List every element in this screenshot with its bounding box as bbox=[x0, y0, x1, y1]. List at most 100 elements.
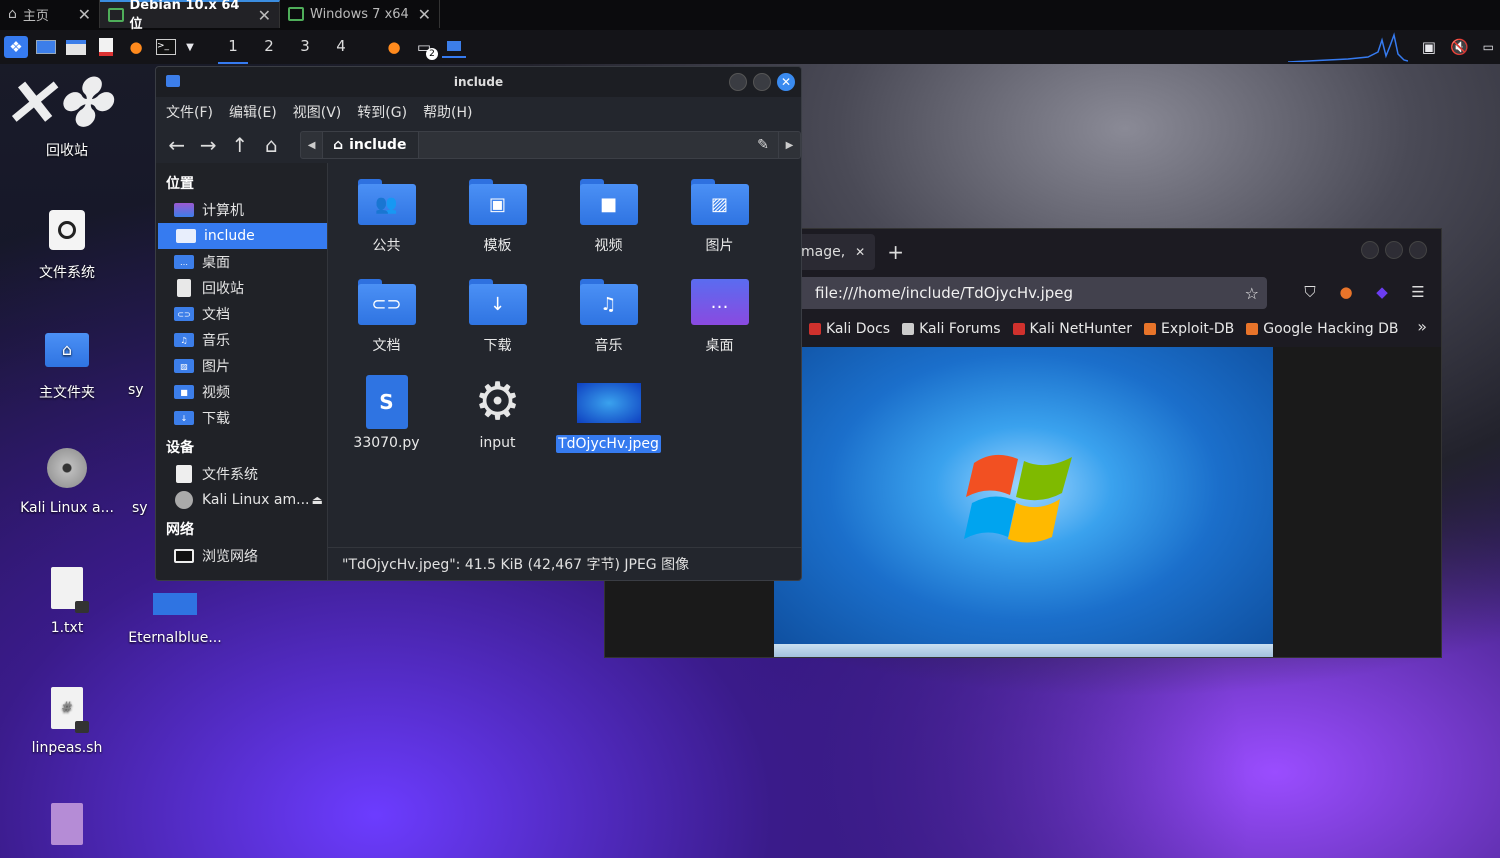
close-icon[interactable]: ✕ bbox=[258, 6, 271, 25]
file-item-input[interactable]: ⚙ input bbox=[442, 371, 553, 467]
documents-icon: ⊂⊃ bbox=[174, 307, 194, 321]
maximize-button[interactable] bbox=[753, 73, 771, 91]
sidebar-item-documents[interactable]: ⊂⊃ 文档 bbox=[156, 301, 327, 327]
bookmark-google-hacking-db[interactable]: Google Hacking DB bbox=[1246, 321, 1399, 337]
sidebar-item-music[interactable]: ♫ 音乐 bbox=[156, 327, 327, 353]
firefox-icon[interactable]: ● bbox=[124, 36, 148, 58]
sidebar: 位置 计算机 include … 桌面 回收站 ⊂⊃ 文档 ♫ 音乐 ▨ 图片 ■ 视频 … bbox=[156, 163, 328, 580]
minimize-button[interactable] bbox=[729, 73, 747, 91]
menu-icon[interactable]: ☰ bbox=[1407, 281, 1429, 303]
mute-icon[interactable]: 🔇 bbox=[1450, 38, 1469, 56]
desktop-icon-sy-2[interactable]: sy bbox=[132, 500, 156, 516]
close-icon[interactable]: ✕ bbox=[418, 5, 431, 24]
vm-tab-debian[interactable]: Debian 10.x 64 位 ✕ bbox=[100, 0, 280, 32]
public-folder-icon: 👥 bbox=[357, 179, 416, 225]
sidebar-item-pictures[interactable]: ▨ 图片 bbox=[156, 353, 327, 379]
terminal-icon[interactable]: >_ bbox=[154, 36, 178, 58]
desktop-icon-trash[interactable]: 回收站 bbox=[12, 140, 122, 160]
edit-path-icon[interactable]: ✎ bbox=[748, 137, 778, 153]
close-button[interactable] bbox=[1409, 241, 1427, 259]
workspace-1[interactable]: 1 bbox=[218, 30, 248, 64]
bookmark-star-icon[interactable]: ☆ bbox=[1245, 284, 1259, 303]
desktop-icon-cdrom[interactable]: Kali Linux a... bbox=[12, 444, 122, 516]
pictures-folder-icon: ▨ bbox=[690, 179, 749, 225]
screenshot-image bbox=[774, 347, 1273, 657]
menu-view[interactable]: 视图(V) bbox=[293, 102, 342, 122]
path-left-icon[interactable]: ◀ bbox=[301, 132, 324, 158]
sidebar-item-desktop[interactable]: … 桌面 bbox=[156, 249, 327, 275]
bookmark-kali-nethunter[interactable]: Kali NetHunter bbox=[1012, 321, 1132, 337]
workspace-2[interactable]: 2 bbox=[254, 30, 284, 64]
sidebar-item-cdrom[interactable]: Kali Linux am... ⏏ bbox=[156, 487, 327, 513]
sidebar-item-downloads[interactable]: ↓ 下载 bbox=[156, 405, 327, 431]
back-arrow-icon[interactable]: ← bbox=[166, 133, 188, 157]
maximize-button[interactable] bbox=[1385, 241, 1403, 259]
firefox-tab[interactable]: mage, ✕ bbox=[801, 234, 876, 270]
path-right-icon[interactable]: ▶ bbox=[777, 132, 800, 158]
workspace-4[interactable]: 4 bbox=[326, 30, 356, 64]
bookmark-kali-docs[interactable]: Kali Docs bbox=[809, 321, 890, 337]
file-item-documents[interactable]: ⊂⊃ 文档 bbox=[331, 271, 442, 367]
display-icon[interactable]: ▣ bbox=[1422, 38, 1436, 56]
sidebar-item-include[interactable]: include bbox=[158, 223, 327, 249]
desktop-icon-home[interactable]: ⌂ 主文件夹 bbox=[12, 326, 122, 402]
file-item-pictures[interactable]: ▨ 图片 bbox=[664, 171, 775, 267]
kali-forums-icon bbox=[902, 323, 915, 335]
path-bar: ◀ ⌂ include ✎ ▶ bbox=[300, 131, 801, 159]
chevron-down-icon[interactable]: ▼ bbox=[184, 36, 196, 58]
bookmark-kali-forums[interactable]: Kali Forums bbox=[902, 321, 1001, 337]
desktop-icon-1txt[interactable]: 1.txt bbox=[12, 564, 122, 636]
desktop-icon-sy-1[interactable]: sy bbox=[128, 382, 152, 398]
file-item-videos[interactable]: ■ 视频 bbox=[553, 171, 664, 267]
extension-icon[interactable]: ● bbox=[1335, 281, 1357, 303]
file-item-jpeg[interactable]: TdOjycHv.jpeg bbox=[553, 371, 664, 467]
pocket-icon[interactable]: ⛉ bbox=[1299, 281, 1321, 303]
file-item-python[interactable]: S 33070.py bbox=[331, 371, 442, 467]
show-desktop-icon[interactable] bbox=[34, 36, 58, 58]
up-arrow-icon[interactable]: ↑ bbox=[229, 133, 251, 157]
sidebar-item-filesystem[interactable]: 文件系统 bbox=[156, 461, 327, 487]
file-manager-task-icon[interactable] bbox=[442, 36, 466, 58]
sidebar-item-browse-network[interactable]: 浏览网络 bbox=[156, 543, 327, 569]
menu-help[interactable]: 帮助(H) bbox=[423, 102, 472, 122]
desktop-icon-filesystem[interactable]: 文件系统 bbox=[12, 206, 122, 282]
close-button[interactable]: ✕ bbox=[777, 73, 795, 91]
close-icon[interactable]: ✕ bbox=[855, 245, 865, 259]
workspace-3[interactable]: 3 bbox=[290, 30, 320, 64]
desktop-icon-linpeas[interactable]: # linpeas.sh bbox=[12, 684, 122, 756]
breadcrumb[interactable]: ⌂ include bbox=[323, 132, 420, 158]
firefox-task-icon[interactable]: ● bbox=[382, 36, 406, 58]
file-item-desktop[interactable]: … 桌面 bbox=[664, 271, 775, 367]
new-tab-button[interactable]: + bbox=[887, 240, 904, 264]
home-icon[interactable]: ⌂ bbox=[261, 133, 283, 157]
file-item-downloads[interactable]: ↓ 下载 bbox=[442, 271, 553, 367]
eject-icon[interactable]: ⏏ bbox=[312, 493, 323, 507]
menu-go[interactable]: 转到(G) bbox=[357, 102, 407, 122]
sidebar-item-videos[interactable]: ■ 视频 bbox=[156, 379, 327, 405]
file-item-templates[interactable]: ▣ 模板 bbox=[442, 171, 553, 267]
text-editor-icon[interactable] bbox=[94, 36, 118, 58]
battery-icon[interactable]: ▭ bbox=[1483, 40, 1494, 54]
file-item-music[interactable]: ♫ 音乐 bbox=[553, 271, 664, 367]
menu-file[interactable]: 文件(F) bbox=[166, 102, 213, 122]
desktop-icon-eternalblue[interactable]: Eternalblue... bbox=[120, 580, 230, 646]
bookmarks-overflow-icon[interactable]: » bbox=[1417, 317, 1427, 336]
addon-icon[interactable]: ◆ bbox=[1371, 281, 1393, 303]
desktop-icon-php[interactable] bbox=[12, 800, 122, 856]
forward-arrow-icon[interactable]: → bbox=[198, 133, 220, 157]
file-manager-icon[interactable] bbox=[64, 36, 88, 58]
file-item-public[interactable]: 👥 公共 bbox=[331, 171, 442, 267]
file-manager-window: include ✕ 文件(F) 编辑(E) 视图(V) 转到(G) 帮助(H) … bbox=[155, 66, 802, 581]
vm-tab-strip: ⌂ 主页 ✕ Debian 10.x 64 位 ✕ Windows 7 x64 … bbox=[0, 0, 1500, 32]
kali-menu-icon[interactable]: ❖ bbox=[4, 36, 28, 58]
sidebar-item-computer[interactable]: 计算机 bbox=[156, 197, 327, 223]
close-icon[interactable]: ✕ bbox=[78, 5, 91, 24]
sidebar-item-trash[interactable]: 回收站 bbox=[156, 275, 327, 301]
window-group-icon[interactable]: ▭ 2 bbox=[412, 36, 438, 60]
vm-tab-home[interactable]: ⌂ 主页 ✕ bbox=[0, 0, 100, 28]
menu-edit[interactable]: 编辑(E) bbox=[229, 102, 277, 122]
url-bar[interactable]: file:///home/include/TdOjycHv.jpeg ☆ bbox=[801, 277, 1267, 309]
minimize-button[interactable] bbox=[1361, 241, 1379, 259]
vm-tab-windows7[interactable]: Windows 7 x64 ✕ bbox=[280, 0, 440, 28]
bookmark-exploit-db[interactable]: Exploit-DB bbox=[1143, 321, 1234, 337]
